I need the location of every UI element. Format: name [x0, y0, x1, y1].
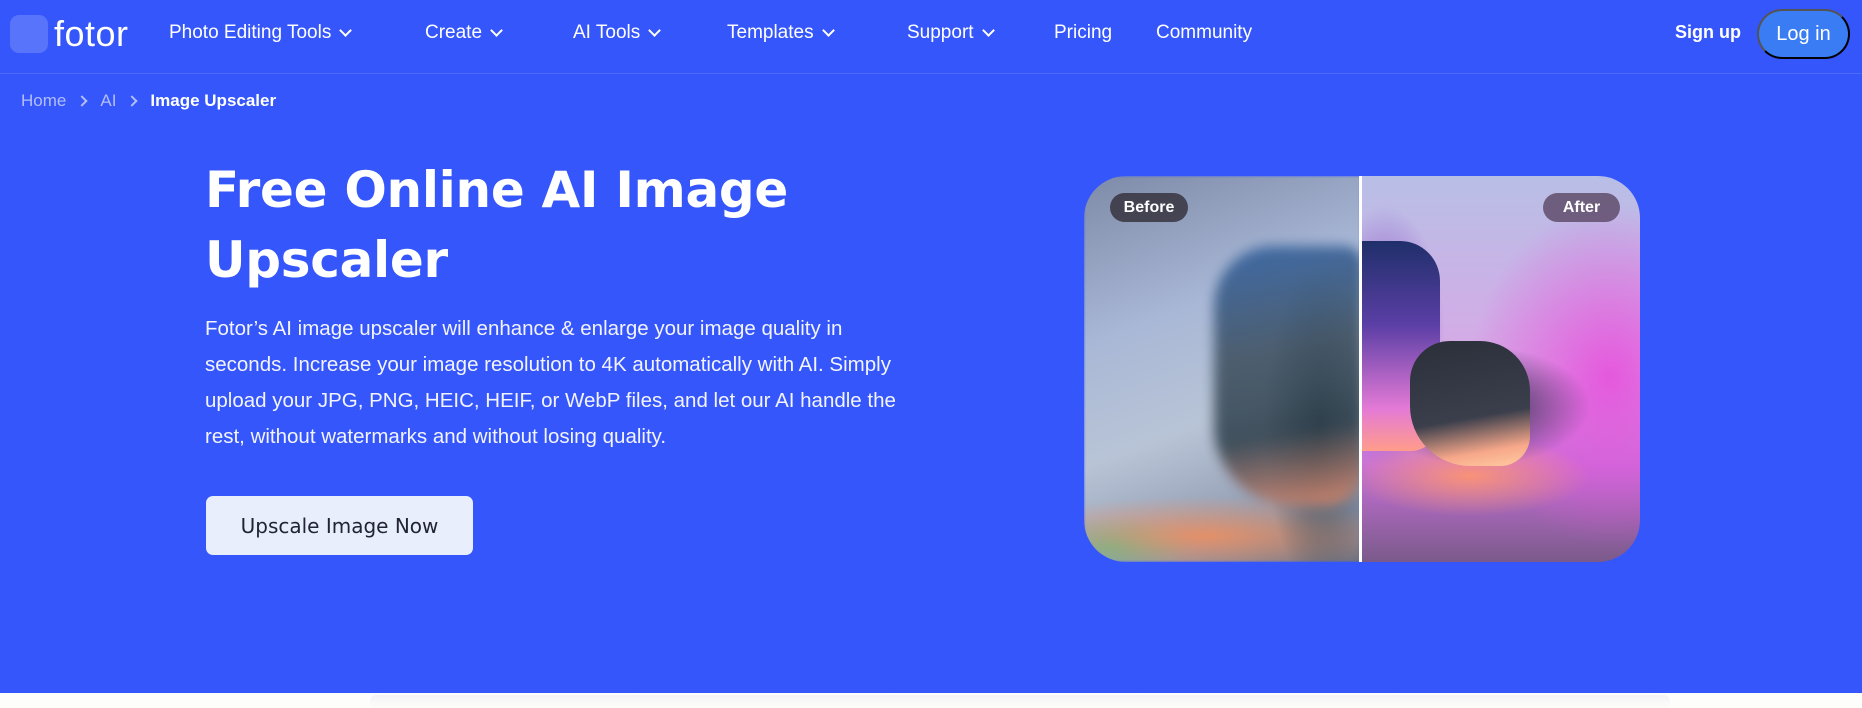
nav-create[interactable]: Create: [425, 22, 503, 44]
logo-text: fotor: [54, 13, 129, 54]
breadcrumb-current: Image Upscaler: [150, 91, 277, 110]
nav-photo-editing-tools[interactable]: Photo Editing Tools: [169, 22, 353, 44]
before-image: [1084, 176, 1364, 562]
chevron-right-icon: [76, 95, 89, 107]
nav-pricing[interactable]: Pricing: [1054, 22, 1112, 44]
fotor-logo[interactable]: fotor: [10, 15, 129, 53]
nav-ai-tools[interactable]: AI Tools: [573, 22, 662, 44]
breadcrumb-ai[interactable]: AI: [100, 91, 116, 111]
nav-label: Templates: [727, 22, 814, 43]
chevron-down-icon: [339, 24, 353, 37]
chevron-down-icon: [648, 24, 662, 37]
nav-label: Create: [425, 22, 483, 43]
content-card-edge: [370, 695, 1670, 708]
hero-description: Fotor’s AI image upscaler will enhance &…: [205, 317, 896, 448]
log-in-button[interactable]: Log in: [1757, 9, 1850, 59]
after-image: [1360, 176, 1640, 562]
comparison-slider-handle[interactable]: [1359, 176, 1362, 562]
chevron-right-icon: [126, 95, 139, 107]
nav-support[interactable]: Support: [907, 22, 995, 44]
before-label: Before: [1110, 193, 1188, 222]
top-navigation: fotor Photo Editing Tools Create AI Tool…: [0, 0, 1862, 74]
breadcrumb-home[interactable]: Home: [21, 91, 66, 111]
blurry-sneaker-image: [1214, 246, 1364, 506]
fotor-logo-icon: [10, 15, 48, 53]
chevron-down-icon: [821, 24, 835, 37]
nav-community[interactable]: Community: [1156, 22, 1252, 44]
chevron-down-icon: [490, 24, 503, 37]
nav-label: Support: [907, 22, 974, 43]
chevron-down-icon: [981, 24, 995, 37]
page-title: Free Online AI Image Upscaler: [205, 161, 788, 289]
breadcrumb: Home AI Image Upscaler: [21, 91, 276, 111]
nav-templates[interactable]: Templates: [727, 22, 835, 44]
nav-label: Pricing: [1054, 22, 1113, 43]
upscale-image-now-button[interactable]: Upscale Image Now: [206, 496, 473, 555]
before-after-comparison[interactable]: Before After: [1084, 176, 1640, 562]
below-fold-section: [0, 693, 1862, 708]
after-label: After: [1543, 193, 1620, 222]
sneaker-front-image: [1410, 341, 1530, 466]
sign-up-link[interactable]: Sign up: [1675, 22, 1741, 43]
nav-label: Photo Editing Tools: [169, 22, 332, 43]
nav-label: AI Tools: [573, 22, 641, 43]
nav-label: Community: [1156, 22, 1253, 43]
